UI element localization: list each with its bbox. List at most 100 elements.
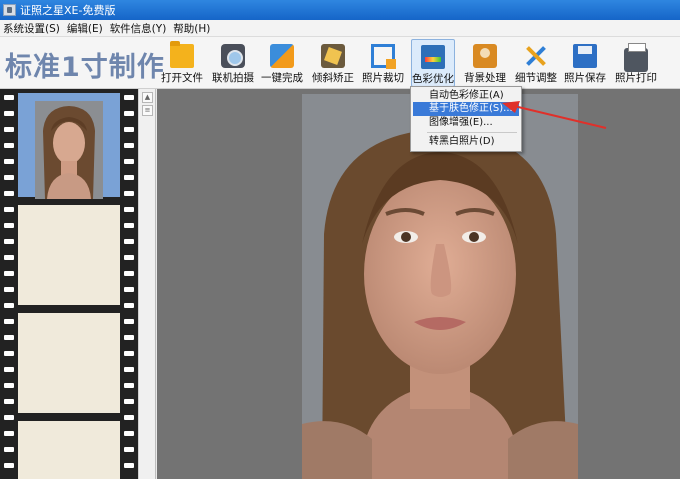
save-icon: [573, 44, 597, 68]
sprocket-hole: [4, 463, 14, 468]
detail-adjust-button[interactable]: 细节调整: [514, 39, 558, 87]
detail-adjust-label: 细节调整: [515, 72, 557, 84]
menu-bar: 系统设置(S) 编辑(E) 软件信息(Y) 帮助(H): [0, 20, 680, 37]
folder-icon: [170, 41, 194, 68]
sprocket-hole: [4, 447, 14, 452]
sprocket-hole: [124, 431, 134, 436]
sprocket-hole: [124, 207, 134, 212]
tilt-correction-label: 倾斜矫正: [312, 72, 354, 84]
tethered-capture-button[interactable]: 联机拍摄: [212, 39, 254, 87]
sprocket-hole: [124, 399, 134, 404]
sprocket-hole: [124, 351, 134, 356]
app-icon: [3, 4, 16, 16]
photo-crop-button[interactable]: 照片裁切: [362, 39, 404, 87]
sprocket-hole: [4, 319, 14, 324]
sprocket-hole: [124, 463, 134, 468]
sprocket-hole: [4, 175, 14, 180]
menu-separator: [427, 132, 517, 133]
menu-software-info[interactable]: 软件信息(Y): [107, 21, 171, 36]
sprocket-hole: [4, 255, 14, 260]
filmstrip-panel: [0, 89, 138, 479]
sprocket-hole: [124, 335, 134, 340]
sprocket-hole: [4, 223, 14, 228]
background-process-label: 背景处理: [464, 72, 506, 84]
menu-help[interactable]: 帮助(H): [170, 21, 214, 36]
magic-wand-icon: [270, 44, 294, 68]
sprocket-hole: [124, 239, 134, 244]
window-title: 证照之星XE-免费版: [20, 4, 116, 17]
sprocket-hole: [124, 303, 134, 308]
sprocket-hole: [124, 255, 134, 260]
sprocket-hole: [124, 415, 134, 420]
brand-title: 标准1寸制作: [5, 52, 165, 83]
sprocket-hole: [4, 143, 14, 148]
filmstrip-frame-selected[interactable]: [18, 93, 120, 199]
sprocket-hole: [124, 95, 134, 100]
annotation-arrow-icon: [502, 101, 607, 129]
sprocket-hole: [124, 287, 134, 292]
sprocket-hole: [4, 111, 14, 116]
filmstrip-frame[interactable]: [18, 313, 120, 413]
scroll-thumb-icon[interactable]: ≡: [142, 105, 153, 116]
sprocket-hole: [4, 191, 14, 196]
sprocket-hole: [4, 207, 14, 212]
sprocket-hole: [124, 191, 134, 196]
sprocket-hole: [124, 383, 134, 388]
scroll-up-icon[interactable]: ▲: [142, 92, 153, 103]
one-click-label: 一键完成: [261, 72, 303, 84]
one-click-button[interactable]: 一键完成: [261, 39, 303, 87]
color-optimize-label: 色彩优化: [412, 73, 454, 85]
sprocket-hole: [124, 111, 134, 116]
filmstrip-scrollbar[interactable]: ▲ ≡: [138, 89, 156, 479]
sprocket-hole: [4, 127, 14, 132]
sprocket-hole: [4, 271, 14, 276]
sprocket-hole: [4, 415, 14, 420]
sprocket-hole: [124, 143, 134, 148]
sprocket-hole: [124, 271, 134, 276]
sprocket-hole: [124, 159, 134, 164]
menu-edit[interactable]: 编辑(E): [64, 21, 107, 36]
sprocket-hole: [4, 239, 14, 244]
sprocket-hole: [124, 127, 134, 132]
sprocket-hole: [4, 287, 14, 292]
color-optimize-button[interactable]: 色彩优化: [411, 39, 455, 87]
filmstrip-frame[interactable]: [18, 205, 120, 305]
sprocket-hole: [4, 335, 14, 340]
sprocket-hole: [4, 367, 14, 372]
rotate-icon: [321, 44, 345, 68]
sprocket-hole: [4, 431, 14, 436]
toolbar: 标准1寸制作 打开文件 联机拍摄 一键完成 倾斜矫正 照片裁切 色彩优化 背景处…: [0, 37, 680, 89]
photo-crop-label: 照片裁切: [362, 72, 404, 84]
sprocket-hole: [4, 303, 14, 308]
photo-thumbnail: [35, 101, 103, 199]
sprocket-hole: [4, 383, 14, 388]
tethered-capture-label: 联机拍摄: [212, 72, 254, 84]
menu-system-settings[interactable]: 系统设置(S): [0, 21, 64, 36]
photo-save-label: 照片保存: [564, 72, 606, 84]
sprocket-hole: [124, 447, 134, 452]
sprocket-hole: [124, 175, 134, 180]
filmstrip-frame[interactable]: [18, 421, 120, 479]
sprocket-hole: [4, 95, 14, 100]
sprocket-hole: [124, 223, 134, 228]
camera-icon: [221, 44, 245, 68]
photo-print-label: 照片打印: [615, 72, 657, 84]
tools-icon: [524, 44, 548, 68]
background-icon: [473, 44, 497, 68]
sprocket-hole: [4, 159, 14, 164]
sprocket-hole: [124, 319, 134, 324]
crop-icon: [371, 44, 396, 69]
tilt-correction-button[interactable]: 倾斜矫正: [312, 39, 354, 87]
printer-icon: [624, 43, 648, 72]
color-palette-icon: [421, 45, 445, 69]
background-process-button[interactable]: 背景处理: [463, 39, 507, 87]
menu-convert-bw[interactable]: 转黑白照片(D): [413, 135, 519, 149]
photo-save-button[interactable]: 照片保存: [564, 39, 606, 87]
sprocket-hole: [124, 367, 134, 372]
sprocket-hole: [4, 399, 14, 404]
sprocket-hole: [4, 351, 14, 356]
title-bar: 证照之星XE-免费版: [0, 0, 680, 20]
open-file-label: 打开文件: [161, 72, 203, 84]
photo-print-button[interactable]: 照片打印: [614, 39, 658, 87]
open-file-button[interactable]: 打开文件: [161, 39, 203, 87]
